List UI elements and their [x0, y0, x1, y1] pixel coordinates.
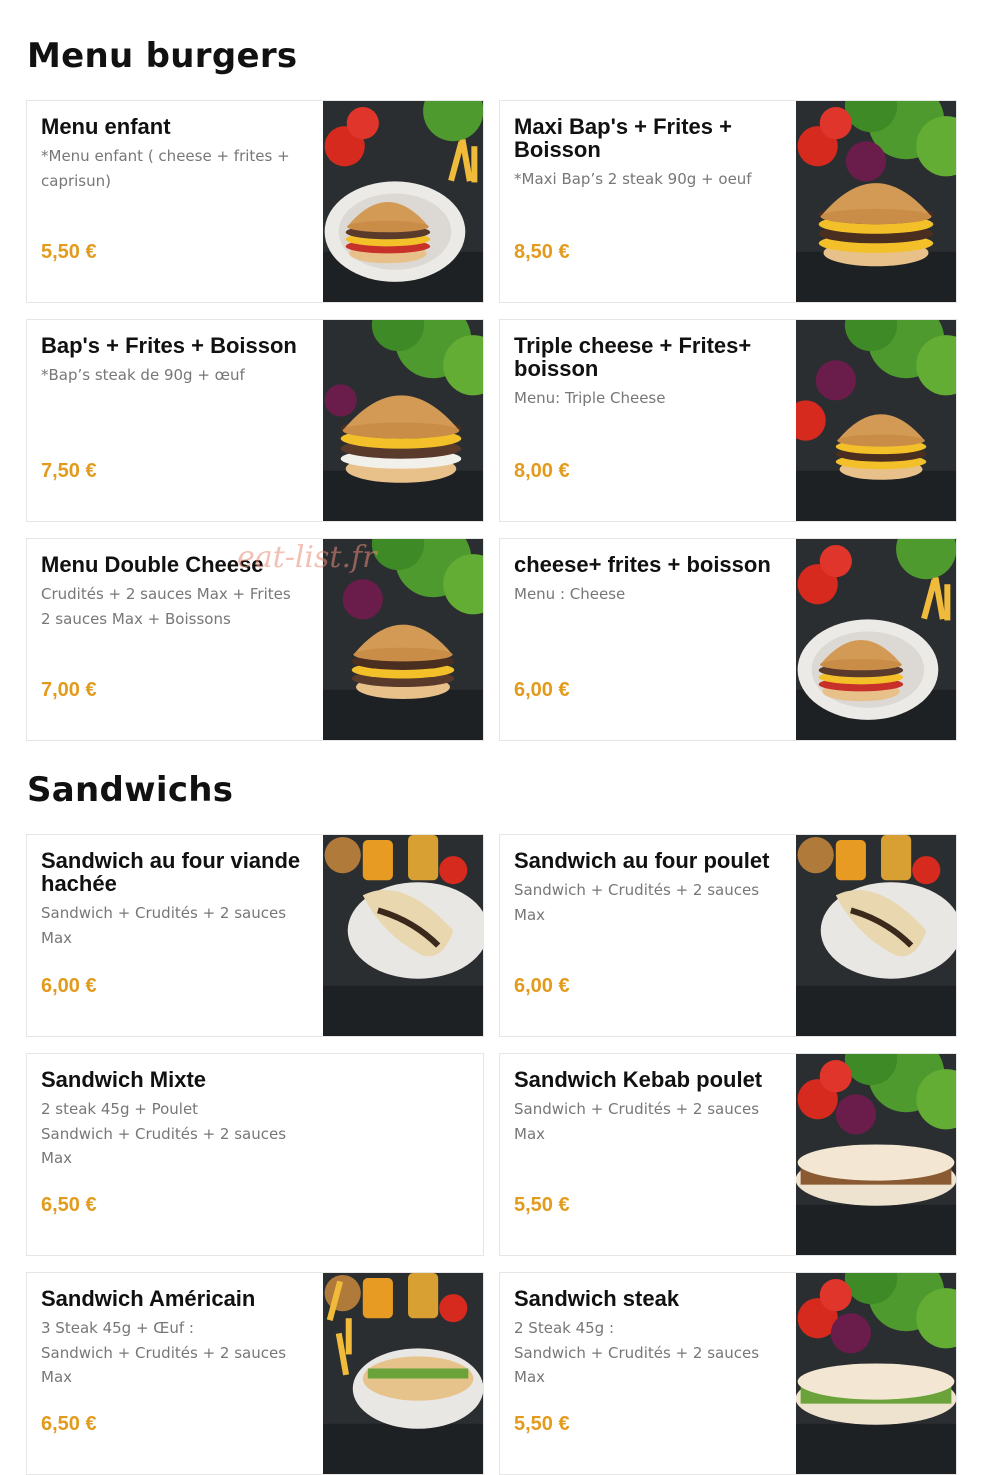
menu-item-card-menu-double-cheese[interactable]: Menu Double Cheese Crudités + 2 sauces Ma… — [26, 538, 484, 741]
menu-item-description: 2 Steak 45g : Sandwich + Crudités + 2 sa… — [514, 1319, 760, 1386]
menu-item-price: 6,00 € — [514, 679, 570, 701]
menu-item-card-sandwich-steak[interactable]: Sandwich steak 2 Steak 45g : Sandwich + C… — [499, 1272, 957, 1475]
menu-item-name[interactable]: Sandwich au four viande hachée — [41, 849, 309, 895]
menu-item-card-sandwich-kebab-poulet[interactable]: Sandwich Kebab poulet Sandwich + Crudités… — [499, 1053, 957, 1256]
oven-sandwich-chicken-photo[interactable] — [796, 835, 956, 1036]
menu-item-card-maxi-bap-s-frites-boisson[interactable]: Maxi Bap's + Frites + Boisson *Maxi Bap’s… — [499, 100, 957, 303]
menu-item-price: 8,00 € — [514, 460, 570, 482]
menu-item-description: Crudités + 2 sauces Max + Frites 2 sauce… — [41, 585, 291, 628]
menu-item-name[interactable]: Sandwich Mixte — [41, 1068, 461, 1091]
cheeseburger-plate-photo[interactable] — [796, 539, 956, 740]
menu-item-price: 8,50 € — [514, 241, 570, 263]
menu-item-name[interactable]: Triple cheese + Frites+ boisson — [514, 334, 782, 380]
menu-item-price: 7,50 € — [41, 460, 97, 482]
menu-item-description: *Maxi Bap’s 2 steak 90g + oeuf — [514, 170, 752, 188]
menu-item-price: 5,50 € — [514, 1413, 570, 1435]
american-sandwich-photo[interactable] — [323, 1273, 483, 1474]
menu-item-description: 2 steak 45g + Poulet Sandwich + Crudités… — [41, 1100, 287, 1167]
menu-item-name[interactable]: Menu enfant — [41, 115, 309, 138]
menu-burgers-grid: Menu enfant *Menu enfant ( cheese + frite… — [26, 100, 957, 741]
kids-burger-plate-photo[interactable] — [323, 101, 483, 302]
menu-item-description: Sandwich + Crudités + 2 sauces Max — [514, 881, 760, 924]
kebab-sandwich-photo[interactable] — [796, 1054, 956, 1255]
menu-item-card-menu-enfant[interactable]: Menu enfant *Menu enfant ( cheese + frite… — [26, 100, 484, 303]
menu-item-card-sandwich-americain[interactable]: Sandwich Américain 3 Steak 45g + Œuf : Sa… — [26, 1272, 484, 1475]
menu-item-card-sandwich-au-four-poulet[interactable]: Sandwich au four poulet Sandwich + Crudit… — [499, 834, 957, 1037]
menu-item-price: 5,50 € — [514, 1194, 570, 1216]
triple-cheese-burger-photo[interactable] — [796, 320, 956, 521]
menu-item-name[interactable]: Menu Double Cheese — [41, 553, 309, 576]
menu-item-card-triple-cheese-frites-boisson[interactable]: Triple cheese + Frites+ boisson Menu: Tri… — [499, 319, 957, 522]
menu-item-description: 3 Steak 45g + Œuf : Sandwich + Crudités … — [41, 1319, 287, 1386]
sandwichs-grid: Sandwich au four viande hachée Sandwich +… — [26, 834, 957, 1475]
menu-item-description: Sandwich + Crudités + 2 sauces Max — [41, 904, 287, 947]
oven-sandwich-photo[interactable] — [323, 835, 483, 1036]
menu-item-price: 6,50 € — [41, 1194, 97, 1216]
menu-item-name[interactable]: cheese+ frites + boisson — [514, 553, 782, 576]
menu-item-description: Sandwich + Crudités + 2 sauces Max — [514, 1100, 760, 1143]
menu-item-name[interactable]: Maxi Bap's + Frites + Boisson — [514, 115, 782, 161]
egg-burger-photo[interactable] — [323, 320, 483, 521]
menu-item-description: Menu: Triple Cheese — [514, 389, 666, 407]
menu-item-price: 5,50 € — [41, 241, 97, 263]
menu-item-price: 6,00 € — [514, 975, 570, 997]
menu-item-price: 7,00 € — [41, 679, 97, 701]
menu-item-price: 6,00 € — [41, 975, 97, 997]
menu-item-card-sandwich-au-four-viande-hachee[interactable]: Sandwich au four viande hachée Sandwich +… — [26, 834, 484, 1037]
menu-item-card-bap-s-frites-boisson[interactable]: Bap's + Frites + Boisson *Bap’s steak de … — [26, 319, 484, 522]
menu-item-name[interactable]: Sandwich au four poulet — [514, 849, 782, 872]
menu-item-description: *Bap’s steak de 90g + œuf — [41, 366, 245, 384]
section-title-menu-burgers: Menu burgers — [27, 36, 298, 76]
menu-item-name[interactable]: Sandwich Kebab poulet — [514, 1068, 782, 1091]
menu-item-price: 6,50 € — [41, 1413, 97, 1435]
menu-item-name[interactable]: Bap's + Frites + Boisson — [41, 334, 309, 357]
steak-sandwich-photo[interactable] — [796, 1273, 956, 1474]
menu-item-description: Menu : Cheese — [514, 585, 626, 603]
menu-item-description: *Menu enfant ( cheese + frites + caprisu… — [41, 147, 290, 190]
menu-item-name[interactable]: Sandwich steak — [514, 1287, 782, 1310]
menu-item-card-sandwich-mixte[interactable]: Sandwich Mixte 2 steak 45g + Poulet Sandw… — [26, 1053, 484, 1256]
section-title-sandwichs: Sandwichs — [27, 770, 234, 810]
double-cheese-burger-photo[interactable] — [323, 539, 483, 740]
double-burger-photo[interactable] — [796, 101, 956, 302]
menu-item-name[interactable]: Sandwich Américain — [41, 1287, 309, 1310]
menu-item-card-cheese-frites-boisson[interactable]: cheese+ frites + boisson Menu : Cheese 6,0… — [499, 538, 957, 741]
